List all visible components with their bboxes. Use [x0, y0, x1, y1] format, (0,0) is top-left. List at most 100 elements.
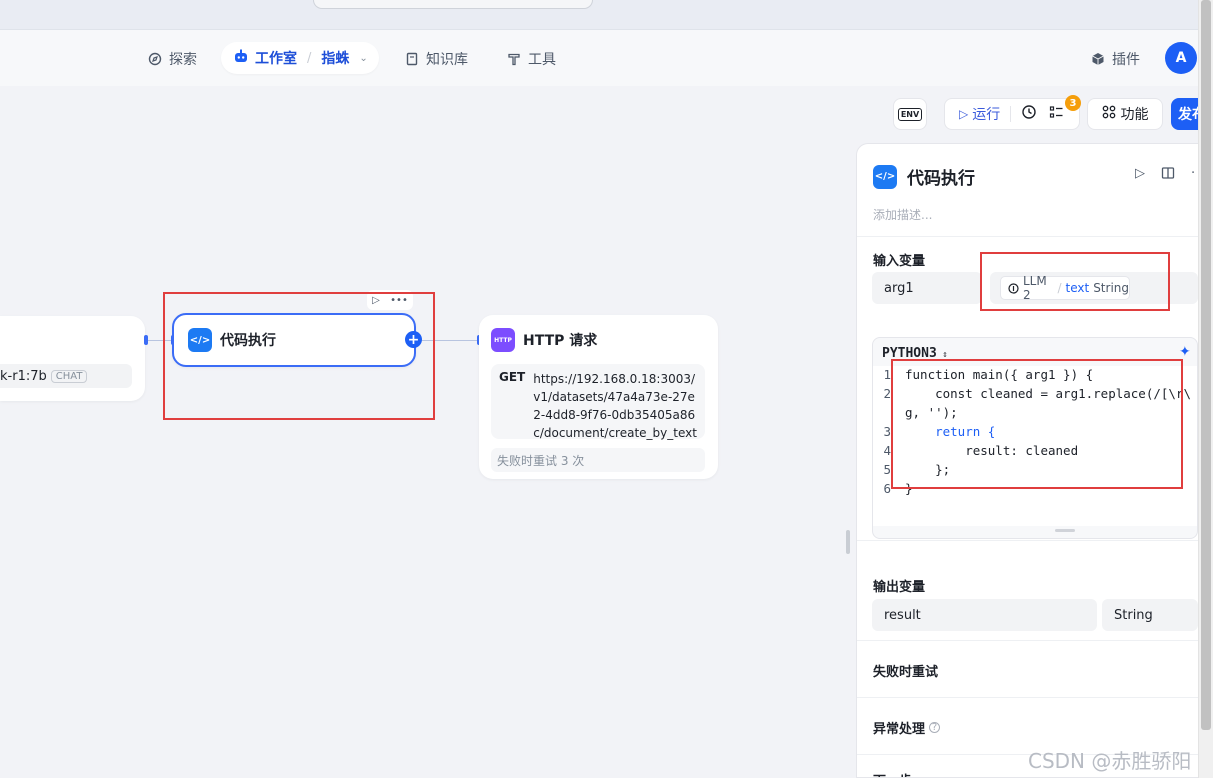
llm-node-model: k-r1:7b CHAT [0, 364, 132, 388]
code-editor[interactable]: 1 function main({ arg1 }) { 2 const clean… [873, 366, 1197, 526]
llm-node[interactable]: k-r1:7b CHAT [0, 316, 145, 401]
nav-tools-label: 工具 [528, 52, 556, 68]
panel-actions: ▷ · [1135, 166, 1195, 184]
env-icon: ENV [897, 107, 923, 121]
http-node-title: HTTP 请求 [523, 333, 598, 349]
panel-resize-handle[interactable] [846, 530, 850, 554]
divider [857, 236, 1198, 237]
run-toolbar: ▷ 运行 [944, 98, 1080, 130]
add-node-button[interactable]: + [405, 331, 422, 348]
ref-var: text [1065, 281, 1090, 295]
cube-icon [1090, 51, 1106, 67]
http-icon: HTTP [491, 328, 515, 352]
nav-studio-label: 工作室 [255, 51, 297, 67]
language-select[interactable]: PYTHON3 ⇕ [882, 346, 948, 361]
output-var-name-field[interactable]: result [872, 599, 1097, 631]
panel-title: 代码执行 [907, 169, 975, 189]
more-icon[interactable]: ••• [390, 295, 408, 306]
sort-icon: ⇕ [936, 350, 948, 360]
language-label: PYTHON3 [882, 346, 937, 361]
scrollbar-thumb[interactable] [1201, 0, 1211, 730]
http-url-box: GET https://192.168.0.18:3003/v1/dataset… [491, 364, 705, 440]
page-scrollbar[interactable] [1198, 0, 1213, 778]
robot-icon [233, 48, 249, 68]
code-line: 3 return { [883, 424, 996, 439]
code-icon: </> [873, 164, 897, 189]
nav-plugins-label: 插件 [1112, 52, 1140, 68]
divider [857, 640, 1198, 641]
model-name: k-r1:7b [0, 368, 47, 384]
code-node-title: 代码执行 [220, 333, 276, 349]
http-node-header: HTTP HTTP 请求 [491, 328, 597, 352]
llm-output-port[interactable] [144, 335, 148, 345]
code-node[interactable]: </> 代码执行 [172, 313, 416, 367]
ai-sparkle-icon[interactable]: ✦ [1179, 344, 1191, 360]
code-line: g, ''); [905, 405, 958, 420]
nav-explore[interactable]: 探索 [147, 44, 197, 74]
code-editor-container: PYTHON3 ⇕ ✦ 1 function main({ arg1 }) { 2… [872, 337, 1198, 539]
error-section-label: 异常处理 [873, 722, 926, 737]
book-open-icon[interactable] [1161, 166, 1175, 184]
issues-badge: 3 [1065, 95, 1081, 111]
output-var-type-select[interactable]: String [1102, 599, 1198, 631]
code-line: 1 function main({ arg1 }) { [883, 367, 1094, 382]
ref-separator: / [1057, 281, 1062, 295]
nav-studio[interactable]: 工作室 / 指蛛 ⌄ [221, 42, 379, 74]
http-url: https://192.168.0.18:3003/v1/datasets/47… [533, 372, 697, 440]
description-input[interactable]: 添加描述... [873, 206, 932, 223]
http-retry: 失败时重试 3 次 [491, 448, 705, 472]
code-icon: </> [188, 328, 212, 352]
nav-plugins[interactable]: 插件 [1090, 44, 1140, 74]
browser-top-strip [0, 0, 1213, 30]
run-button[interactable]: 运行 [972, 104, 1000, 124]
features-button[interactable]: 功能 [1087, 98, 1163, 130]
panel-header: </> 代码执行 [873, 164, 975, 189]
input-var-name-field[interactable]: arg1 [872, 272, 982, 304]
next-step-title[interactable]: 下一步 [873, 770, 912, 777]
hammer-icon [506, 51, 522, 67]
code-line: 6} [883, 481, 913, 496]
nav-explore-label: 探索 [169, 52, 197, 68]
features-label: 功能 [1120, 107, 1149, 123]
play-icon[interactable]: ▷ [959, 107, 968, 121]
nav-knowledge[interactable]: 知识库 [404, 44, 468, 74]
code-line: 4 result: cleaned [883, 443, 1079, 458]
llm-ref-icon [1008, 282, 1019, 294]
info-icon[interactable]: ? [929, 722, 941, 733]
grid-icon [1102, 105, 1116, 123]
chat-tag: CHAT [50, 369, 88, 383]
input-vars-title: 输入变量 [873, 254, 926, 269]
watermark: CSDN @赤胜骄阳 [1028, 749, 1192, 773]
edge-llm-to-code [145, 340, 172, 341]
nav-studio-space[interactable]: 指蛛 [321, 48, 349, 68]
edge-code-to-http [422, 340, 479, 341]
nav-tools[interactable]: 工具 [506, 44, 556, 74]
error-section-title[interactable]: 异常处理 ? [873, 718, 941, 737]
code-line: 2 const cleaned = arg1.replace(/[\r\ [883, 386, 1191, 401]
input-var-ref-chip[interactable]: LLM 2 / text String [1000, 274, 1130, 302]
history-icon[interactable] [1021, 104, 1037, 124]
browser-tab[interactable] [313, 0, 593, 9]
compass-icon [147, 51, 163, 67]
chevron-down-icon[interactable]: ⌄ [359, 53, 367, 64]
avatar[interactable]: A [1165, 42, 1197, 74]
code-editor-resize-handle[interactable] [1055, 529, 1075, 532]
code-line: 5 }; [883, 462, 951, 477]
top-nav: 探索 工作室 / 指蛛 ⌄ 知识库 工具 插件 [0, 30, 1198, 86]
http-method: GET [499, 370, 526, 384]
book-icon [404, 51, 420, 67]
more-icon[interactable]: · [1191, 166, 1195, 184]
nav-knowledge-label: 知识库 [426, 52, 468, 68]
http-node[interactable]: HTTP HTTP 请求 GET https://192.168.0.18:30… [479, 315, 718, 479]
nav-studio-separator: / [307, 50, 312, 66]
checklist-icon[interactable] [1049, 105, 1064, 124]
retry-section-title[interactable]: 失败时重试 [873, 661, 938, 680]
play-icon[interactable]: ▷ [1135, 166, 1145, 184]
ref-source: LLM 2 [1023, 274, 1047, 302]
node-mini-toolbar: ▷ ••• [367, 290, 413, 310]
output-vars-title: 输出变量 [873, 580, 926, 595]
play-icon[interactable]: ▷ [372, 295, 380, 306]
divider [857, 697, 1198, 698]
env-button[interactable]: ENV [893, 98, 927, 130]
toolbar-divider [1010, 106, 1012, 122]
